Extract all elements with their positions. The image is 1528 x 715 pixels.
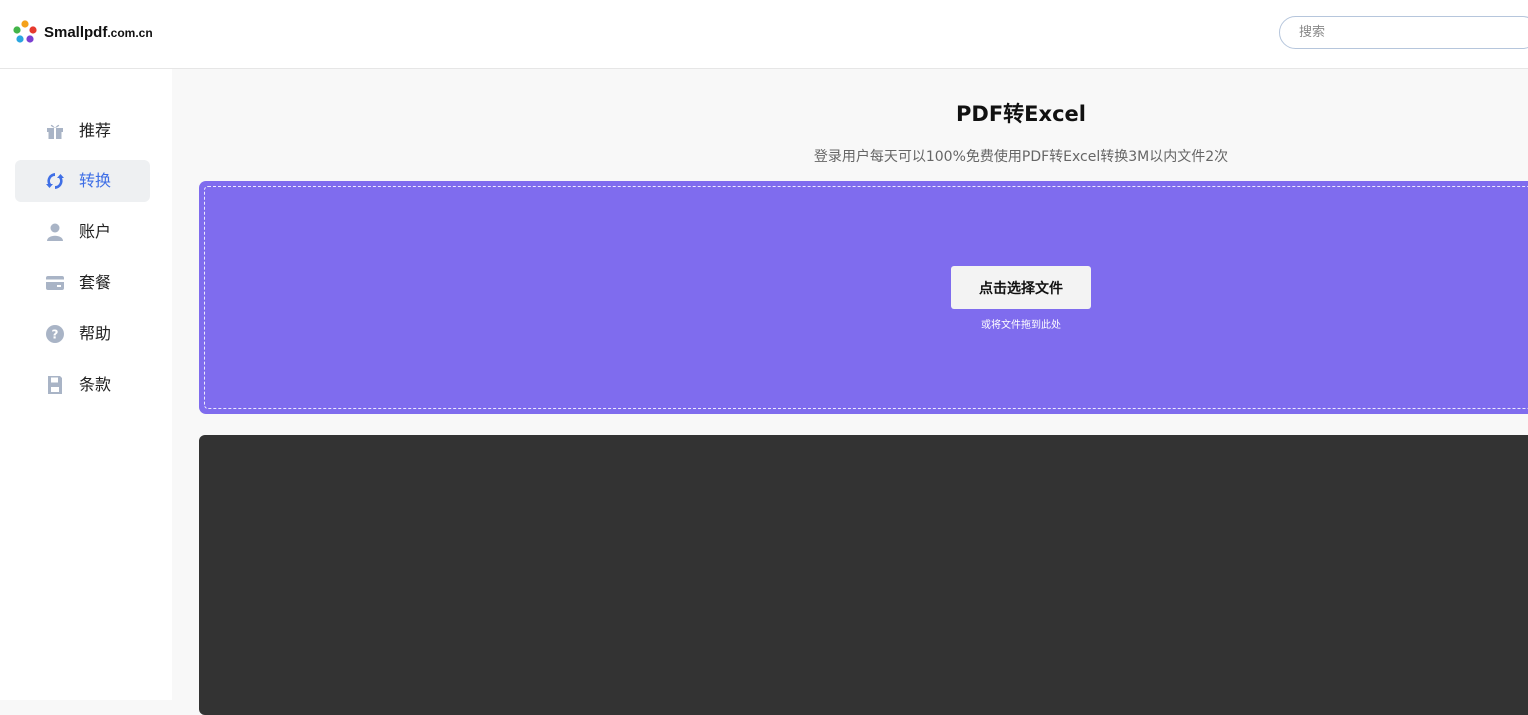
- smallpdf-logo-icon: [13, 20, 37, 43]
- sidebar-item-terms[interactable]: 条款: [15, 364, 150, 406]
- sidebar-item-label: 转换: [79, 171, 112, 190]
- choose-file-button[interactable]: 点击选择文件: [951, 266, 1091, 309]
- sidebar-item-label: 套餐: [79, 273, 112, 292]
- svg-text:?: ?: [52, 328, 59, 342]
- sidebar-item-plans[interactable]: 套餐: [15, 262, 150, 304]
- sidebar-item-label: 推荐: [79, 121, 112, 140]
- card-icon: [45, 273, 65, 293]
- gift-icon: [45, 121, 65, 141]
- save-icon: [45, 375, 65, 395]
- content-panel: [199, 435, 1528, 715]
- search-input[interactable]: [1279, 16, 1528, 49]
- user-icon: [45, 222, 65, 242]
- refresh-icon: [45, 171, 65, 191]
- page-title: PDF转Excel: [956, 102, 1086, 126]
- help-circle-icon: ?: [45, 324, 65, 344]
- sidebar-item-label: 条款: [79, 375, 112, 394]
- sidebar-item-label: 帮助: [79, 324, 112, 343]
- sidebar-item-recommend[interactable]: 推荐: [15, 110, 150, 152]
- logo-domain: .com.cn: [107, 25, 153, 40]
- top-header: Smallpdf.com.cn: [0, 0, 1528, 69]
- sidebar: 推荐 转换 账户 套餐 ? 帮助 条款: [0, 69, 172, 700]
- logo[interactable]: Smallpdf.com.cn: [12, 19, 153, 45]
- sidebar-item-account[interactable]: 账户: [15, 211, 150, 253]
- page-subtitle: 登录用户每天可以100%免费使用PDF转Excel转换3M以内文件2次: [813, 149, 1229, 165]
- drop-hint: 或将文件拖到此处: [981, 320, 1061, 331]
- dropzone-border: [204, 186, 1528, 409]
- sidebar-item-convert[interactable]: 转换: [15, 160, 150, 202]
- sidebar-item-help[interactable]: ? 帮助: [15, 313, 150, 355]
- logo-text: Smallpdf: [44, 23, 108, 41]
- file-dropzone[interactable]: [199, 181, 1528, 414]
- sidebar-item-label: 账户: [79, 222, 112, 241]
